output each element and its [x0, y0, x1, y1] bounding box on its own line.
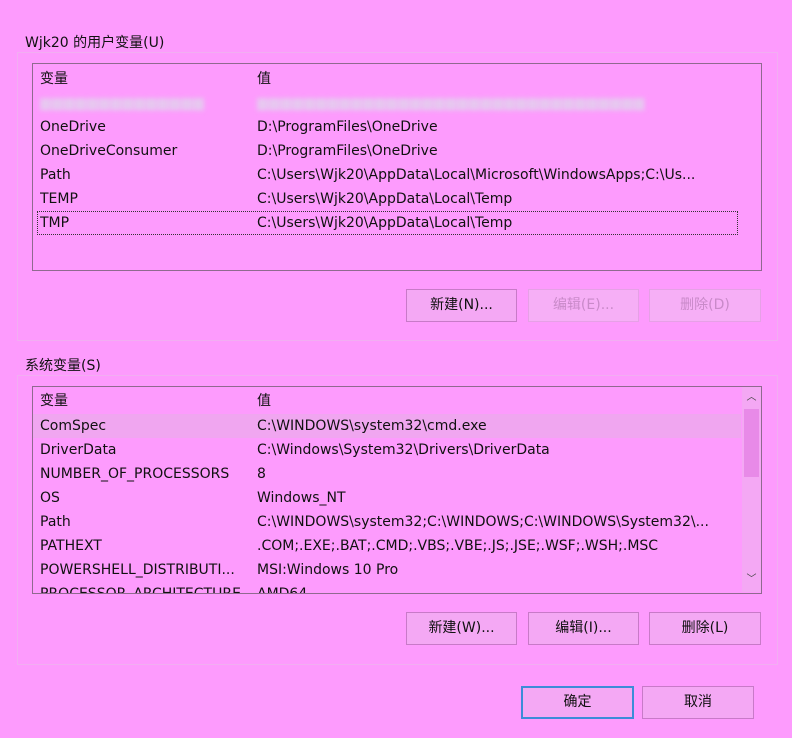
cancel-button[interactable]: 取消 — [642, 686, 754, 719]
var-value: MSI:Windows 10 Pro — [257, 562, 399, 578]
column-header-value[interactable]: 值 — [257, 389, 737, 413]
var-name: ComSpec — [40, 418, 107, 434]
var-name: OS — [40, 490, 60, 506]
system-edit-button[interactable]: 编辑(I)... — [528, 612, 639, 645]
user-new-button[interactable]: 新建(N)... — [406, 289, 517, 322]
table-row[interactable]: TEMP C:\Users\Wjk20\AppData\Local\Temp — [33, 187, 741, 211]
system-delete-button[interactable]: 删除(L) — [649, 612, 761, 645]
var-name: OneDriveConsumer — [40, 143, 178, 159]
system-vars-header: 变量 值 — [33, 389, 741, 413]
scroll-up-icon[interactable]: ︿ — [742, 388, 761, 408]
user-vars-header: 变量 值 — [33, 67, 741, 91]
var-value: C:\Users\Wjk20\AppData\Local\Microsoft\W… — [257, 167, 696, 183]
var-value: C:\Users\Wjk20\AppData\Local\Temp — [257, 215, 513, 231]
var-name: PROCESSOR_ARCHITECTURE — [40, 586, 241, 594]
table-row[interactable]: OS Windows_NT — [33, 486, 741, 510]
table-row[interactable]: PROCESSOR_ARCHITECTURE AMD64 — [33, 582, 741, 594]
var-name: DriverData — [40, 442, 117, 458]
scrollbar-thumb[interactable] — [744, 409, 759, 477]
table-row[interactable]: ComSpec C:\WINDOWS\system32\cmd.exe — [33, 414, 741, 438]
var-value: C:\WINDOWS\system32\cmd.exe — [257, 418, 487, 434]
table-row[interactable]: Path C:\Users\Wjk20\AppData\Local\Micros… — [33, 163, 741, 187]
table-row[interactable]: DriverData C:\Windows\System32\Drivers\D… — [33, 438, 741, 462]
user-vars-list[interactable]: 变量 值 ▆▆▆▆▆▆▆▆▆▆▆▆▆▆ ▆▆▆▆▆▆▆▆▆▆▆▆▆▆▆▆▆▆▆▆… — [32, 63, 762, 271]
var-value: AMD64 — [257, 586, 308, 594]
table-row[interactable]: OneDriveConsumer D:\ProgramFiles\OneDriv… — [33, 139, 741, 163]
table-row[interactable]: PATHEXT .COM;.EXE;.BAT;.CMD;.VBS;.VBE;.J… — [33, 534, 741, 558]
table-row[interactable]: Path C:\WINDOWS\system32;C:\WINDOWS;C:\W… — [33, 510, 741, 534]
var-value: C:\Windows\System32\Drivers\DriverData — [257, 442, 550, 458]
table-row[interactable]: POWERSHELL_DISTRIBUTI... MSI:Windows 10 … — [33, 558, 741, 582]
table-row[interactable]: OneDrive D:\ProgramFiles\OneDrive — [33, 115, 741, 139]
scroll-down-icon[interactable]: ﹀ — [742, 570, 761, 590]
user-vars-label: Wjk20 的用户变量(U) — [25, 35, 165, 51]
column-header-name[interactable]: 变量 — [40, 389, 245, 413]
var-value: Windows_NT — [257, 490, 346, 506]
var-name: OneDrive — [40, 119, 106, 135]
system-new-button[interactable]: 新建(W)... — [406, 612, 517, 645]
var-name: Path — [40, 514, 71, 530]
user-edit-button[interactable]: 编辑(E)... — [528, 289, 639, 322]
vertical-scrollbar[interactable]: ︿ ﹀ — [742, 387, 761, 592]
var-value: .COM;.EXE;.BAT;.CMD;.VBS;.VBE;.JS;.JSE;.… — [257, 538, 659, 554]
column-header-name[interactable]: 变量 — [40, 67, 245, 91]
var-value: D:\ProgramFiles\OneDrive — [257, 143, 438, 159]
table-row-redacted[interactable]: ▆▆▆▆▆▆▆▆▆▆▆▆▆▆ ▆▆▆▆▆▆▆▆▆▆▆▆▆▆▆▆▆▆▆▆▆▆▆▆▆… — [33, 91, 741, 115]
var-name: POWERSHELL_DISTRIBUTI... — [40, 562, 235, 578]
var-name: PATHEXT — [40, 538, 102, 554]
var-value: 8 — [257, 466, 266, 482]
column-header-value[interactable]: 值 — [257, 67, 737, 91]
var-value: C:\WINDOWS\system32;C:\WINDOWS;C:\WINDOW… — [257, 514, 709, 530]
redacted-name: ▆▆▆▆▆▆▆▆▆▆▆▆▆▆ — [40, 95, 205, 111]
var-name: TMP — [40, 215, 70, 231]
table-row-selected[interactable]: TMP C:\Users\Wjk20\AppData\Local\Temp — [37, 211, 738, 235]
var-value: C:\Users\Wjk20\AppData\Local\Temp — [257, 191, 513, 207]
var-name: Path — [40, 167, 71, 183]
var-name: NUMBER_OF_PROCESSORS — [40, 466, 230, 482]
system-vars-label: 系统变量(S) — [25, 358, 101, 374]
var-value: D:\ProgramFiles\OneDrive — [257, 119, 438, 135]
user-delete-button[interactable]: 删除(D) — [649, 289, 761, 322]
ok-button[interactable]: 确定 — [521, 686, 634, 719]
table-row[interactable]: NUMBER_OF_PROCESSORS 8 — [33, 462, 741, 486]
var-name: TEMP — [40, 191, 78, 207]
redacted-value: ▆▆▆▆▆▆▆▆▆▆▆▆▆▆▆▆▆▆▆▆▆▆▆▆▆▆▆▆▆▆▆▆▆ — [257, 95, 646, 111]
system-vars-list[interactable]: 变量 值 ComSpec C:\WINDOWS\system32\cmd.exe… — [32, 386, 762, 594]
